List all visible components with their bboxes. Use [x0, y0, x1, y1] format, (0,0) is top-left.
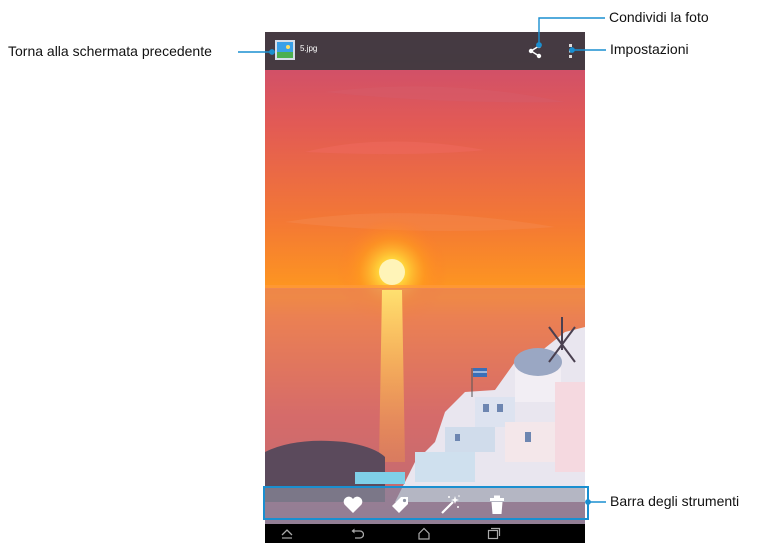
- callout-share: Condividi la foto: [609, 9, 709, 25]
- sunset-photo: [265, 32, 585, 543]
- file-name: 5.jpg: [300, 44, 318, 53]
- top-action-bar: 5.jpg: [265, 32, 585, 70]
- back-arrow-icon[interactable]: [350, 527, 365, 540]
- callout-toolbar: Barra degli strumenti: [610, 493, 740, 509]
- gallery-thumbnail-icon[interactable]: [275, 40, 295, 60]
- toolbar-highlight-box: [263, 486, 589, 520]
- system-nav-bar: [265, 524, 585, 543]
- overflow-menu-icon[interactable]: [566, 42, 576, 60]
- recent-apps-icon[interactable]: [487, 527, 501, 540]
- tablet-screen: 5.jpg: [265, 32, 585, 543]
- share-icon[interactable]: [527, 43, 543, 59]
- home-icon[interactable]: [417, 527, 431, 540]
- callout-back: Torna alla schermata precedente: [8, 43, 212, 59]
- callout-settings: Impostazioni: [610, 41, 689, 57]
- chevron-up-icon[interactable]: [280, 527, 294, 540]
